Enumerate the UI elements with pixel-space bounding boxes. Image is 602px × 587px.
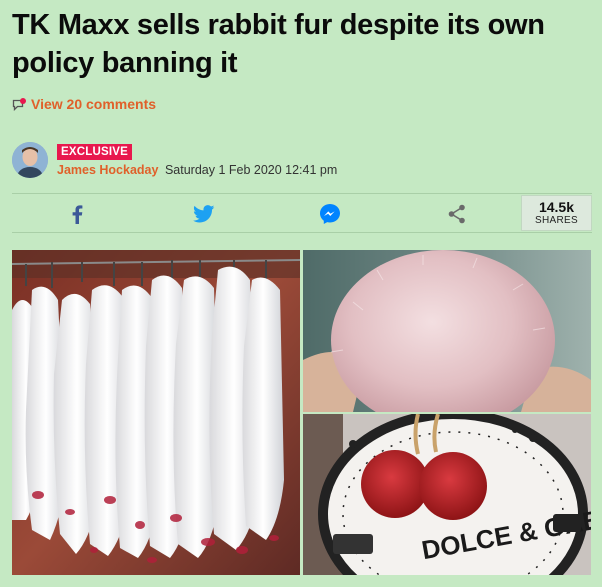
author-avatar[interactable]: [12, 142, 48, 178]
view-comments-link[interactable]: View 20 comments: [12, 96, 156, 112]
article-headline: TK Maxx sells rabbit fur despite its own…: [12, 9, 545, 79]
facebook-icon: [72, 205, 83, 224]
messenger-share-button[interactable]: [318, 202, 342, 226]
author-name-link[interactable]: James Hockaday: [57, 163, 158, 177]
messenger-icon: [320, 204, 340, 224]
share-count-value: 14.5k: [538, 198, 575, 215]
share-icon: [448, 204, 465, 224]
view-comments-label: View 20 comments: [31, 96, 157, 112]
byline: EXCLUSIVE James Hockaday Saturday 1 Feb …: [12, 142, 337, 178]
twitter-icon: [193, 205, 215, 223]
dolce-gabbana-bag-image[interactable]: DOLCE & GABBANA: [303, 414, 591, 575]
share-count: 14.5k SHARES: [521, 195, 592, 231]
comment-icon: [12, 98, 26, 111]
rabbits-hanging-image[interactable]: [12, 250, 300, 575]
published-timestamp: Saturday 1 Feb 2020 12:41 pm: [164, 162, 338, 177]
pink-fur-pompom-image[interactable]: [303, 250, 591, 412]
generic-share-button[interactable]: [445, 202, 469, 226]
facebook-share-button[interactable]: [65, 202, 89, 226]
exclusive-badge: EXCLUSIVE: [57, 143, 132, 160]
share-count-label: SHARES: [535, 214, 578, 226]
twitter-share-button[interactable]: [192, 202, 216, 226]
share-bar: 14.5k SHARES: [12, 193, 592, 233]
